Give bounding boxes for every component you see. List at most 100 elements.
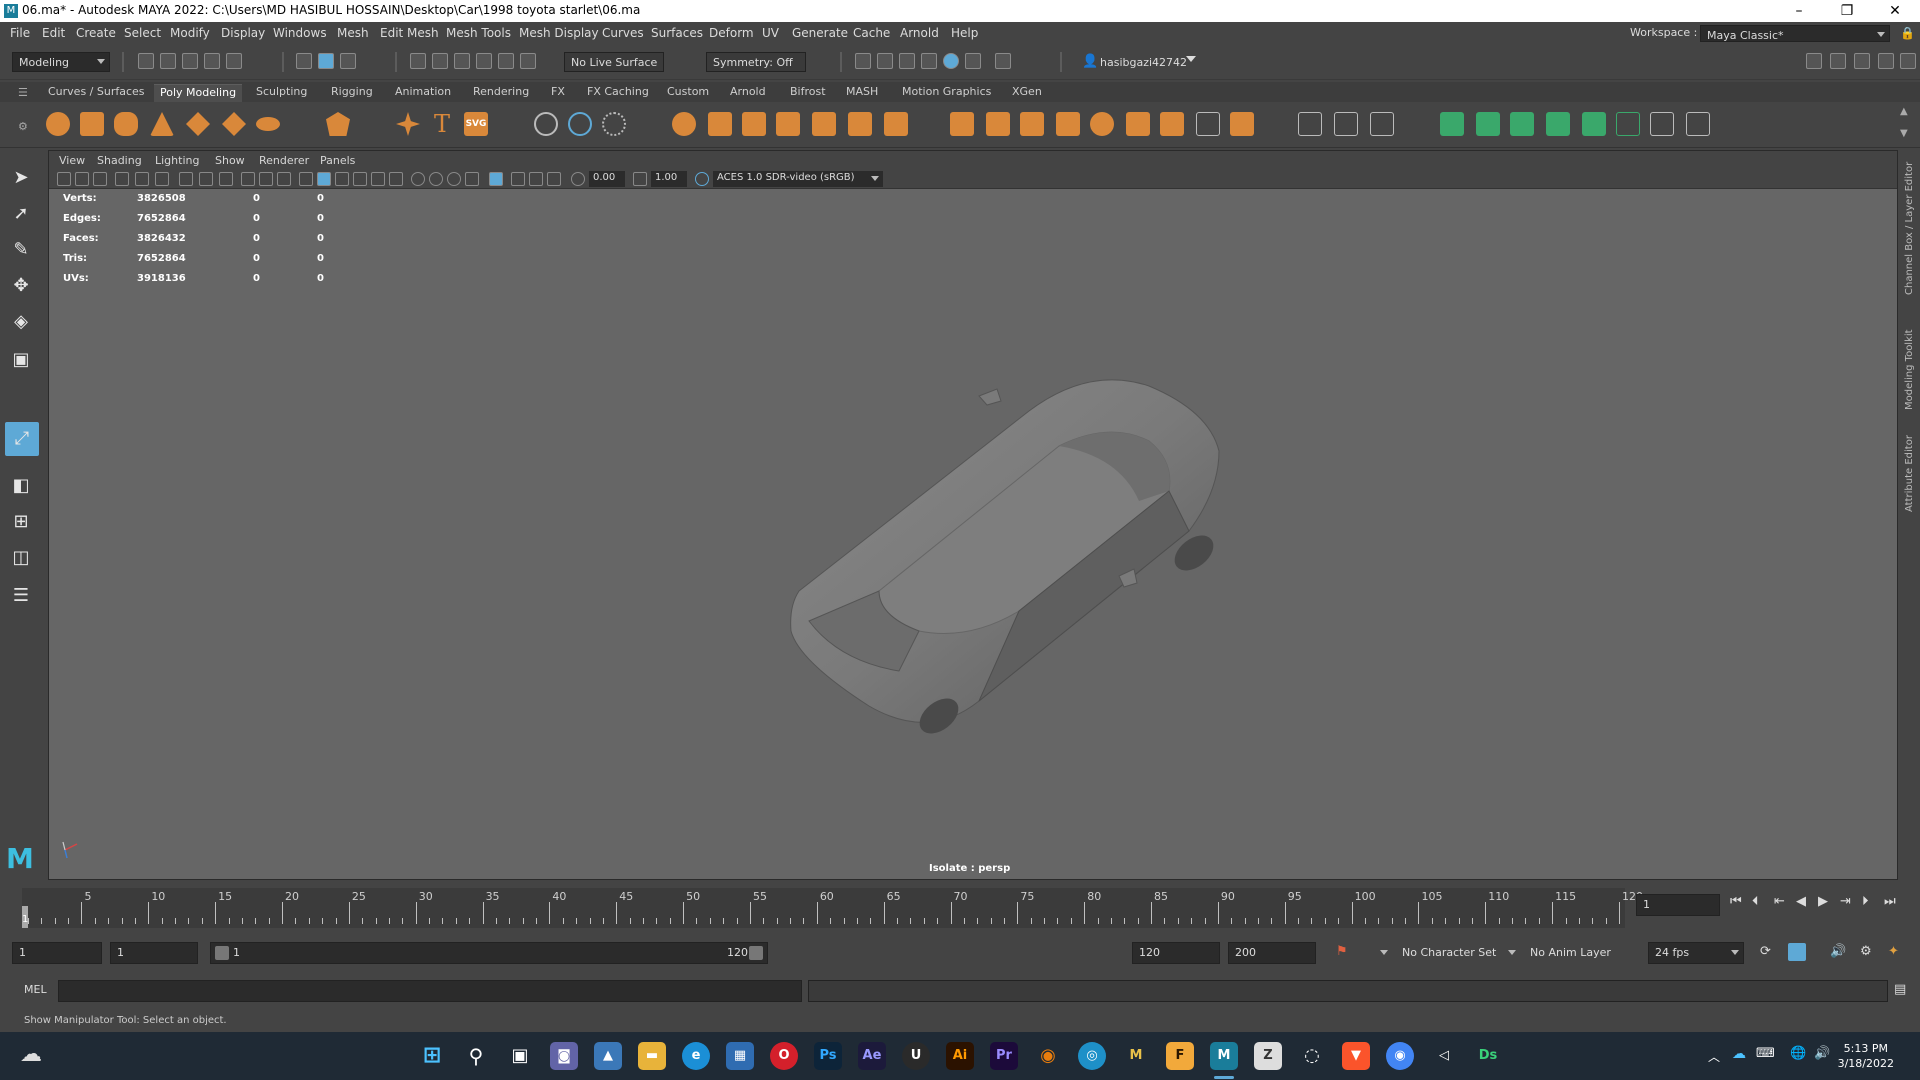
snap-together-icon[interactable] <box>568 112 592 136</box>
render-current-frame-icon[interactable] <box>855 53 871 69</box>
shelf-settings-icon[interactable]: ⚙ <box>18 120 28 133</box>
move-tool-icon[interactable]: ✥ <box>7 272 35 300</box>
marmoset-icon[interactable]: M <box>1122 1042 1150 1070</box>
tab-channel-box[interactable]: Channel Box / Layer Editor <box>1904 162 1915 295</box>
time-slider-track[interactable]: 1 5 10 15 20 25 30 35 40 45 50 55 60 65 70 75 80 85 90 95 1… <box>22 888 1643 928</box>
circularize-icon[interactable] <box>1230 112 1254 136</box>
edge-browser-icon[interactable]: e <box>682 1042 710 1070</box>
range-slider-bar[interactable]: 1 120 <box>210 942 768 964</box>
chevron-down-icon[interactable] <box>1186 56 1196 62</box>
film-gate-icon[interactable] <box>199 172 213 186</box>
step-back-key-icon[interactable]: ⇤ <box>1774 894 1785 909</box>
tab-xgen[interactable]: XGen <box>1012 85 1042 98</box>
symmetry-dropdown[interactable]: Symmetry: Off <box>706 52 806 72</box>
tab-sculpting[interactable]: Sculpting <box>256 85 307 98</box>
tab-modeling-toolkit[interactable]: Modeling Toolkit <box>1904 329 1915 410</box>
anim-layer-label[interactable]: No Anim Layer <box>1530 946 1611 959</box>
live-surface-field[interactable]: No Live Surface <box>564 52 664 72</box>
cut-uv-icon[interactable] <box>1650 112 1674 136</box>
pause-icon[interactable] <box>995 53 1011 69</box>
xray-icon[interactable] <box>511 172 525 186</box>
onedrive-icon[interactable]: ☁ <box>1732 1046 1746 1062</box>
four-view-layout-icon[interactable]: ⊞ <box>7 508 35 536</box>
gate-mask-icon[interactable] <box>241 172 255 186</box>
platonic-solid-icon[interactable] <box>326 112 350 136</box>
snap-curve-icon[interactable] <box>432 53 448 69</box>
car-model[interactable] <box>729 341 1289 741</box>
fiverr-icon[interactable]: F <box>1166 1042 1194 1070</box>
bridge-edge-icon[interactable] <box>1056 112 1080 136</box>
viewport-persp[interactable]: View Shading Lighting Show Renderer Pane… <box>48 150 1898 880</box>
use-all-lights-icon[interactable] <box>371 172 385 186</box>
isolate-select-icon[interactable] <box>489 172 503 186</box>
tab-mash[interactable]: MASH <box>846 85 878 98</box>
hypershade-icon[interactable] <box>921 53 937 69</box>
sound-icon[interactable]: 🔊 <box>1830 944 1846 959</box>
field-chart-icon[interactable] <box>259 172 273 186</box>
exposure-field[interactable]: 0.00 <box>589 171 625 187</box>
network-icon[interactable]: 🌐 <box>1790 1046 1806 1061</box>
tab-animation[interactable]: Animation <box>395 85 451 98</box>
snap-surface-icon[interactable] <box>498 53 514 69</box>
menu-help[interactable]: Help <box>951 26 978 40</box>
menu-edit-mesh[interactable]: Edit Mesh <box>380 26 439 40</box>
show-manipulator-tool-icon[interactable]: ⤢ <box>5 422 39 456</box>
obs-studio-icon[interactable]: ◌ <box>1298 1042 1326 1070</box>
menu-modify[interactable]: Modify <box>170 26 210 40</box>
shadows-icon[interactable] <box>389 172 403 186</box>
render-settings-icon[interactable] <box>899 53 915 69</box>
auto-key-icon[interactable]: ⚑ <box>1336 944 1348 959</box>
multi-cut-icon[interactable] <box>1298 112 1322 136</box>
menu-select[interactable]: Select <box>124 26 161 40</box>
xray-components-icon[interactable] <box>547 172 561 186</box>
animation-end-field[interactable]: 200 <box>1228 942 1316 964</box>
tool-settings-toggle-icon[interactable] <box>1854 53 1870 69</box>
grease-pencil-icon[interactable] <box>155 172 169 186</box>
smooth-icon[interactable] <box>776 112 800 136</box>
poly-cube-icon[interactable] <box>80 112 104 136</box>
planar-uv-icon[interactable] <box>1440 112 1464 136</box>
sew-uv-icon[interactable] <box>1686 112 1710 136</box>
after-effects-icon[interactable]: Ae <box>858 1042 886 1070</box>
rotate-tool-icon[interactable]: ◈ <box>7 308 35 336</box>
super-shape-icon[interactable] <box>396 112 420 136</box>
menu-generate[interactable]: Generate <box>792 26 848 40</box>
photoshop-icon[interactable]: Ps <box>814 1042 842 1070</box>
task-view-icon[interactable]: ▣ <box>506 1042 534 1070</box>
lasso-tool-icon[interactable]: ➚ <box>7 200 35 228</box>
resolution-gate-icon[interactable] <box>219 172 233 186</box>
shelf-menu-icon[interactable]: ☰ <box>18 86 28 99</box>
poke-icon[interactable] <box>1160 112 1184 136</box>
lock-icon[interactable]: 🔒 <box>1900 26 1915 40</box>
scale-tool-icon[interactable]: ▣ <box>7 346 35 374</box>
select-hierarchy-icon[interactable] <box>296 53 312 69</box>
maya-taskbar-icon[interactable]: M <box>1210 1042 1238 1070</box>
wireframe-on-shaded-icon[interactable] <box>335 172 349 186</box>
menu-deform[interactable]: Deform <box>709 26 754 40</box>
bookmarks-icon[interactable] <box>93 172 107 186</box>
poly-plane-icon[interactable] <box>222 112 246 136</box>
step-back-frame-icon[interactable]: ⏴ <box>1752 894 1759 909</box>
menu-uv[interactable]: UV <box>762 26 779 40</box>
step-forward-frame-icon[interactable]: ⏵ <box>1862 894 1869 909</box>
wireframe-icon[interactable] <box>299 172 313 186</box>
color-space-dropdown[interactable]: ACES 1.0 SDR-video (sRGB) <box>713 171 883 187</box>
exposure-icon[interactable] <box>571 172 585 186</box>
depth-of-field-icon[interactable] <box>465 172 479 186</box>
svg-tool-icon[interactable]: SVG <box>464 112 488 136</box>
arnold-render-icon[interactable] <box>943 53 959 69</box>
menu-curves[interactable]: Curves <box>602 26 644 40</box>
menu-cache[interactable]: Cache <box>853 26 890 40</box>
tab-rigging[interactable]: Rigging <box>331 85 373 98</box>
volume-icon[interactable]: 🔊 <box>1814 1046 1830 1061</box>
loop-icon[interactable]: ⟳ <box>1760 944 1771 959</box>
tab-bifrost[interactable]: Bifrost <box>790 85 826 98</box>
tab-arnold[interactable]: Arnold <box>730 85 766 98</box>
vp-menu-shading[interactable]: Shading <box>97 154 142 167</box>
snap-grid-icon[interactable] <box>410 53 426 69</box>
select-camera-icon[interactable] <box>57 172 71 186</box>
chevron-down-icon[interactable] <box>1380 950 1388 955</box>
reduce-icon[interactable] <box>884 112 908 136</box>
zbrush-icon[interactable]: Z <box>1254 1042 1282 1070</box>
workspace-dropdown[interactable]: Maya Classic* <box>1700 25 1890 42</box>
